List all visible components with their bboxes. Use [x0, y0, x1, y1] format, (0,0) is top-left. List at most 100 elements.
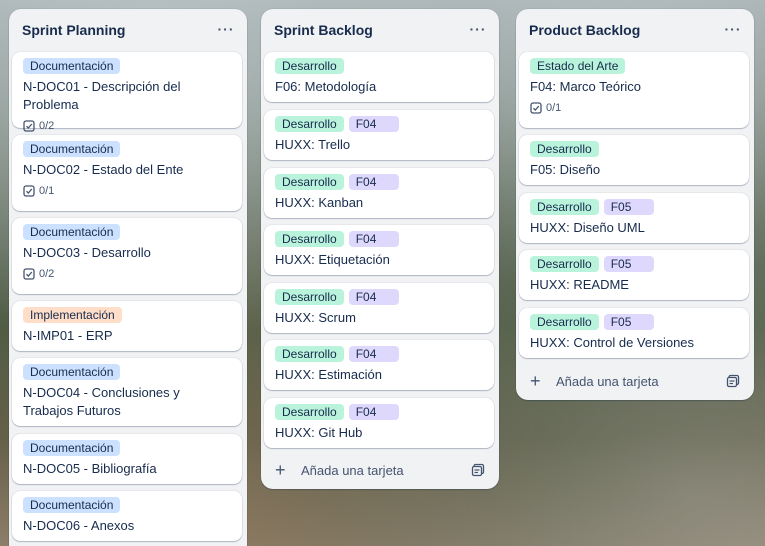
card-title: N-DOC01 - Descripción del Problema: [23, 79, 181, 112]
card-labels: Desarrollo F05: [530, 256, 739, 272]
card[interactable]: Documentación N-DOC05 - Bibliografía: [12, 434, 242, 484]
card-label[interactable]: Desarrollo: [275, 231, 344, 247]
card[interactable]: Desarrollo F05 HUXX: README: [519, 250, 749, 300]
card-label[interactable]: F04: [348, 289, 399, 305]
card[interactable]: Desarrollo F05 HUXX: Diseño UML: [519, 193, 749, 243]
add-card-button[interactable]: + Añada una tarjeta: [269, 456, 491, 484]
card-label[interactable]: Documentación: [23, 58, 121, 74]
card-label[interactable]: F04: [348, 116, 399, 132]
list-title[interactable]: Sprint Planning: [22, 20, 125, 38]
card-title: HUXX: Estimación: [275, 367, 382, 382]
card-title: F06: Metodología: [275, 79, 377, 94]
card-label[interactable]: Desarrollo: [530, 256, 599, 272]
list-menu-icon[interactable]: ···: [722, 18, 744, 40]
card-label[interactable]: Desarrollo: [275, 116, 344, 132]
card[interactable]: Documentación N-DOC02 - Estado del Ente …: [12, 135, 242, 211]
card-title: N-DOC05 - Bibliografía: [23, 461, 157, 476]
list-menu-icon[interactable]: ···: [215, 18, 237, 40]
card-labels: Documentación: [23, 440, 232, 456]
card-labels: Documentación: [23, 224, 232, 240]
card-label[interactable]: Desarrollo: [275, 174, 344, 190]
card-label[interactable]: Documentación: [23, 440, 121, 456]
card-label[interactable]: F04: [348, 346, 399, 362]
checklist-badge: 0/1: [23, 183, 232, 199]
card-label[interactable]: Estado del Arte: [530, 58, 626, 74]
checklist-count: 0/1: [39, 185, 55, 197]
card-title: HUXX: Diseño UML: [530, 220, 645, 235]
list-header: Sprint Backlog ···: [261, 9, 499, 49]
list-sprint-backlog[interactable]: Sprint Backlog ··· Desarrollo F06: Metod…: [261, 9, 499, 489]
card-title: HUXX: Git Hub: [275, 425, 363, 440]
card-labels: Desarrollo F04: [275, 346, 484, 362]
checklist-count: 0/1: [546, 102, 562, 114]
list-product-backlog[interactable]: Product Backlog ··· Estado del Arte F04:…: [516, 9, 754, 400]
card-label[interactable]: Documentación: [23, 224, 121, 240]
card-label[interactable]: Desarrollo: [530, 199, 599, 215]
card[interactable]: Documentación N-DOC03 - Desarrollo 0/2: [12, 218, 242, 294]
card-labels: Desarrollo F04: [275, 231, 484, 247]
card-title: HUXX: Control de Versiones: [530, 335, 695, 350]
card-label[interactable]: Desarrollo: [530, 314, 599, 330]
card-labels: Estado del Arte: [530, 58, 739, 74]
add-card-label: Añada una tarjeta: [556, 373, 659, 389]
card-label[interactable]: Desarrollo: [275, 58, 344, 74]
card-title: HUXX: Kanban: [275, 195, 364, 210]
checklist-badge: 0/1: [530, 100, 739, 116]
checklist-icon: [530, 102, 542, 114]
card[interactable]: Estado del Arte F04: Marco Teórico 0/1: [519, 52, 749, 128]
card-labels: Desarrollo F04: [275, 404, 484, 420]
list-menu-icon[interactable]: ···: [467, 18, 489, 40]
card-template-icon[interactable]: [726, 374, 740, 388]
card[interactable]: Desarrollo F04 HUXX: Scrum: [264, 283, 494, 333]
card-label[interactable]: Implementación: [23, 307, 122, 323]
card-title: F04: Marco Teórico: [530, 79, 642, 94]
card-labels: Documentación: [23, 497, 232, 513]
card-label[interactable]: Documentación: [23, 141, 121, 157]
list-title[interactable]: Sprint Backlog: [274, 20, 373, 38]
add-card-label: Añada una tarjeta: [301, 462, 404, 478]
list-header: Sprint Planning ···: [9, 9, 247, 49]
card[interactable]: Documentación N-DOC04 - Conclusiones y T…: [12, 358, 242, 426]
list-sprint-planning[interactable]: Sprint Planning ··· Documentación N-DOC0…: [9, 9, 247, 546]
card-label[interactable]: Desarrollo: [275, 346, 344, 362]
card[interactable]: Desarrollo F05 HUXX: Control de Versione…: [519, 308, 749, 358]
card[interactable]: Desarrollo F04 HUXX: Estimación: [264, 340, 494, 390]
card-title: N-DOC02 - Estado del Ente: [23, 162, 184, 177]
card-label[interactable]: F04: [348, 231, 399, 247]
card-label[interactable]: Documentación: [23, 364, 121, 380]
card[interactable]: Desarrollo F05: Diseño: [519, 135, 749, 185]
card[interactable]: Desarrollo F04 HUXX: Git Hub: [264, 398, 494, 448]
card-title: N-IMP01 - ERP: [23, 328, 113, 343]
card[interactable]: Desarrollo F04 HUXX: Trello: [264, 110, 494, 160]
card-title: N-DOC04 - Conclusiones y Trabajos Futuro…: [23, 385, 180, 418]
plus-icon: +: [530, 371, 541, 391]
card-label[interactable]: F05: [603, 199, 654, 215]
card[interactable]: Desarrollo F06: Metodología: [264, 52, 494, 102]
card[interactable]: Desarrollo F04 HUXX: Etiquetación: [264, 225, 494, 275]
checklist-count: 0/2: [39, 268, 55, 280]
card-labels: Documentación: [23, 364, 232, 380]
card-title: N-DOC06 - Anexos: [23, 518, 135, 533]
card-label[interactable]: F05: [603, 256, 654, 272]
add-card-button[interactable]: + Añada una tarjeta: [524, 367, 746, 395]
card-label[interactable]: Desarrollo: [275, 404, 344, 420]
card-label[interactable]: Documentación: [23, 497, 121, 513]
card-title: HUXX: README: [530, 277, 629, 292]
card[interactable]: Implementación N-IMP01 - ERP: [12, 301, 242, 351]
card-label[interactable]: F04: [348, 404, 399, 420]
card-labels: Desarrollo F04: [275, 174, 484, 190]
card-label[interactable]: Desarrollo: [275, 289, 344, 305]
card-label[interactable]: F04: [348, 174, 399, 190]
card-labels: Implementación: [23, 307, 232, 323]
checklist-count: 0/2: [39, 120, 55, 132]
card[interactable]: Documentación N-DOC01 - Descripción del …: [12, 52, 242, 132]
card-template-icon[interactable]: [471, 463, 485, 477]
card[interactable]: Documentación N-DOC06 - Anexos: [12, 491, 242, 541]
card-label[interactable]: Desarrollo: [530, 141, 599, 157]
checklist-badge: 0/2: [23, 266, 232, 282]
card-label[interactable]: F05: [603, 314, 654, 330]
checklist-icon: [23, 185, 35, 197]
card[interactable]: Desarrollo F04 HUXX: Kanban: [264, 168, 494, 218]
card-labels: Desarrollo F04: [275, 289, 484, 305]
list-title[interactable]: Product Backlog: [529, 20, 640, 38]
